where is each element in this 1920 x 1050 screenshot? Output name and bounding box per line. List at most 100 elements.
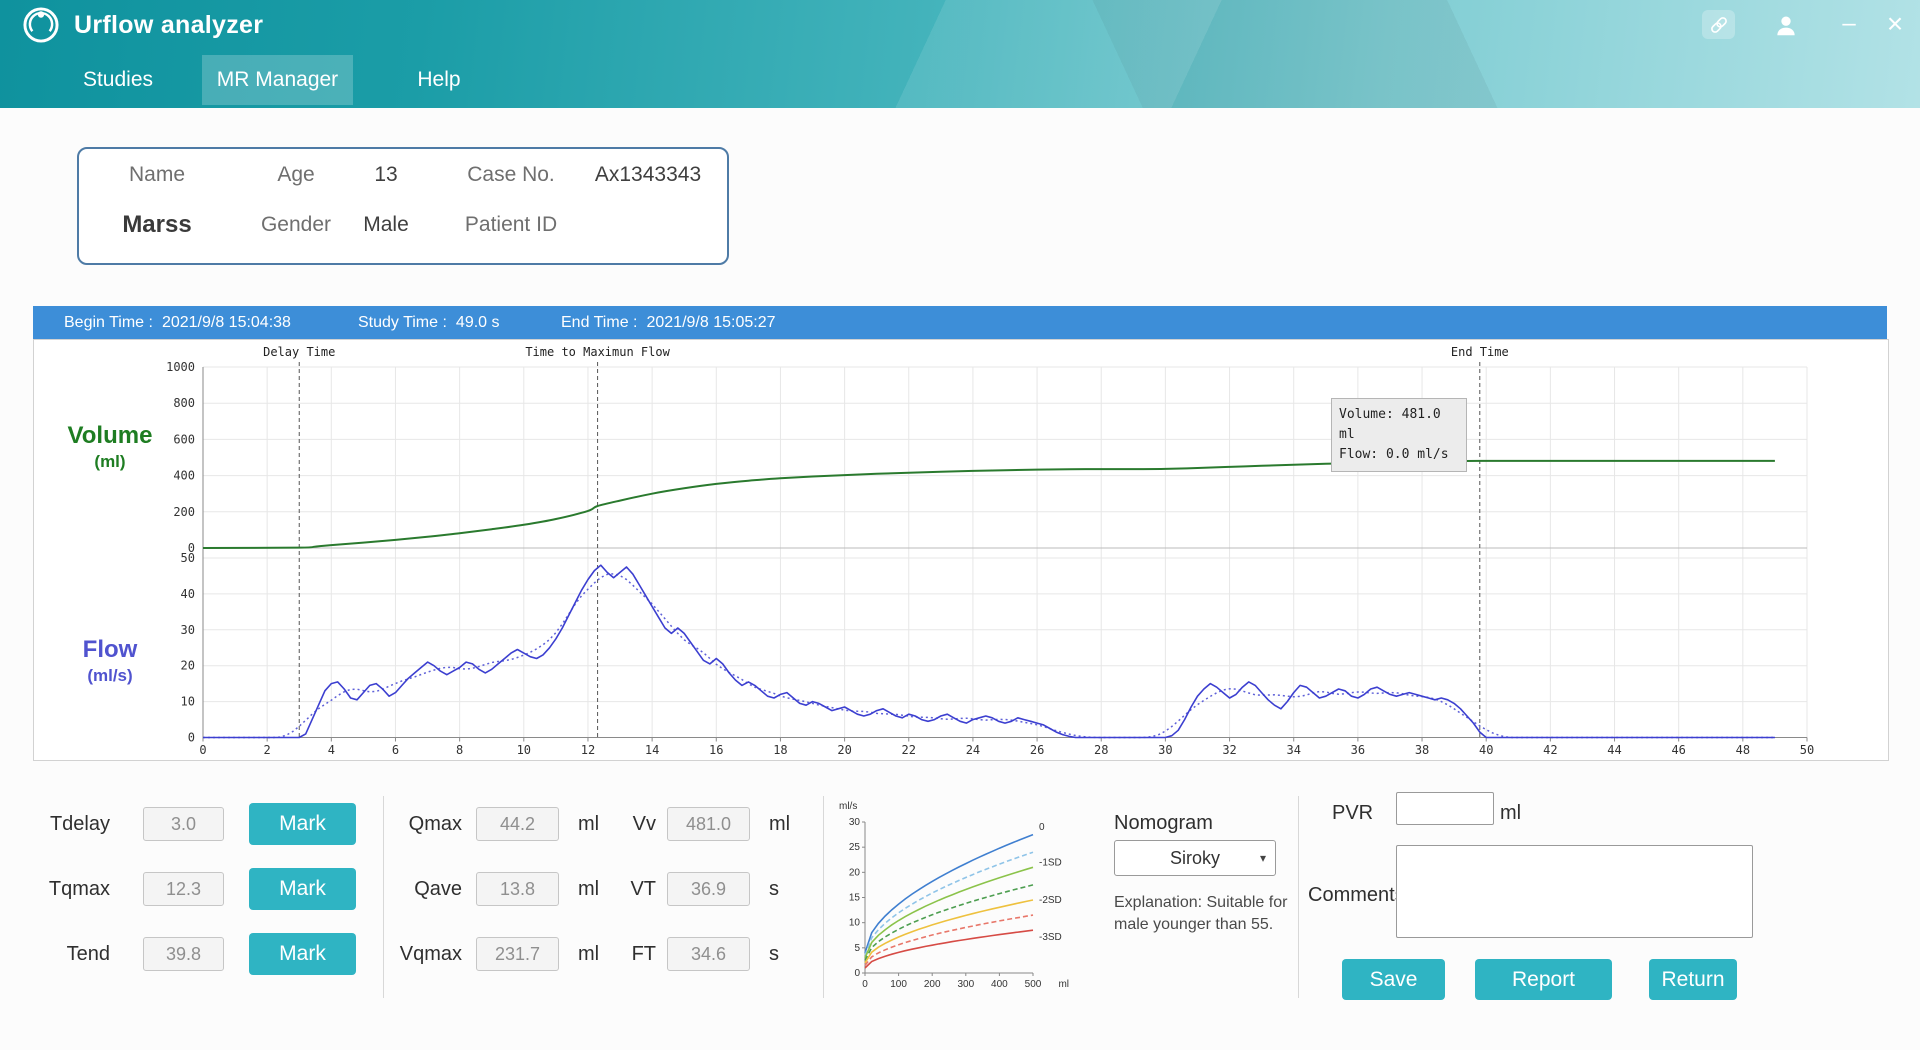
- ft-value: 34.6: [667, 937, 750, 971]
- patient-age-label: Age: [277, 163, 314, 187]
- nomogram-title: Nomogram: [1114, 810, 1213, 836]
- nomogram-select[interactable]: Siroky ▾: [1114, 840, 1276, 876]
- tdelay-label: Tdelay: [38, 811, 110, 837]
- menu-mr-manager[interactable]: MR Manager: [202, 55, 353, 105]
- patient-case-label: Case No.: [467, 163, 555, 187]
- svg-text:44: 44: [1607, 743, 1621, 757]
- app-title: Urflow analyzer: [74, 11, 263, 40]
- begin-time: Begin Time :2021/9/8 15:04:38: [64, 306, 291, 339]
- patient-name-label: Name: [129, 163, 185, 187]
- svg-text:500: 500: [1025, 979, 1042, 990]
- svg-text:48: 48: [1736, 743, 1750, 757]
- pvr-label: PVR: [1332, 800, 1373, 826]
- svg-text:36: 36: [1351, 743, 1365, 757]
- tqmax-label: Tqmax: [38, 876, 110, 902]
- svg-text:10: 10: [517, 743, 531, 757]
- divider: [1298, 796, 1299, 998]
- svg-text:30: 30: [181, 623, 195, 637]
- qmax-value: 44.2: [476, 807, 559, 841]
- svg-text:26: 26: [1030, 743, 1044, 757]
- menu-help[interactable]: Help: [411, 55, 467, 105]
- tend-label: Tend: [38, 941, 110, 967]
- svg-text:-2SD: -2SD: [1039, 895, 1062, 906]
- tend-value: 39.8: [143, 937, 224, 971]
- svg-text:400: 400: [173, 469, 195, 483]
- svg-text:20: 20: [181, 659, 195, 673]
- study-time-bar: Begin Time :2021/9/8 15:04:38 Study Time…: [33, 306, 1887, 339]
- patient-id-label: Patient ID: [465, 213, 557, 237]
- svg-text:2: 2: [264, 743, 271, 757]
- minimize-button[interactable]: –: [1836, 8, 1862, 40]
- tooltip-flow: Flow: 0.0 ml/s: [1339, 445, 1459, 465]
- svg-text:600: 600: [173, 432, 195, 446]
- user-icon[interactable]: [1773, 12, 1799, 39]
- svg-text:20: 20: [837, 743, 851, 757]
- patient-case-value: Ax1343343: [595, 163, 701, 187]
- uroflow-chart-panel: 0246810121416182022242628303234363840424…: [33, 339, 1889, 761]
- svg-text:14: 14: [645, 743, 659, 757]
- svg-text:50: 50: [1800, 743, 1814, 757]
- svg-text:30: 30: [849, 817, 861, 828]
- svg-text:4: 4: [328, 743, 335, 757]
- save-button[interactable]: Save: [1342, 959, 1445, 1000]
- svg-text:38: 38: [1415, 743, 1429, 757]
- patient-gender-value: Male: [363, 213, 409, 237]
- svg-text:-3SD: -3SD: [1039, 932, 1062, 943]
- pvr-input[interactable]: [1396, 792, 1494, 825]
- svg-text:6: 6: [392, 743, 399, 757]
- vt-label: VT: [584, 876, 656, 902]
- chevron-down-icon: ▾: [1260, 851, 1266, 865]
- volume-axis-title: Volume: [54, 422, 166, 450]
- comments-label: Comments: [1308, 882, 1405, 908]
- svg-text:8: 8: [456, 743, 463, 757]
- svg-text:10: 10: [181, 695, 195, 709]
- uroflow-chart[interactable]: 0246810121416182022242628303234363840424…: [34, 340, 1888, 760]
- app-window: Urflow analyzer – × Studies MR Manager H…: [0, 0, 1920, 1050]
- comments-textarea[interactable]: [1396, 845, 1753, 938]
- svg-text:30: 30: [1158, 743, 1172, 757]
- vqmax-value: 231.7: [476, 937, 559, 971]
- svg-text:50: 50: [181, 551, 195, 565]
- svg-text:18: 18: [773, 743, 787, 757]
- close-button[interactable]: ×: [1880, 8, 1910, 40]
- mark-tqmax-button[interactable]: Mark: [249, 868, 356, 910]
- vqmax-label: Vqmax: [390, 941, 462, 967]
- svg-text:10: 10: [849, 918, 861, 929]
- report-button[interactable]: Report: [1475, 959, 1612, 1000]
- menu-studies[interactable]: Studies: [76, 55, 160, 105]
- svg-text:Delay Time: Delay Time: [263, 345, 335, 359]
- svg-text:22: 22: [902, 743, 916, 757]
- svg-text:800: 800: [173, 396, 195, 410]
- volume-axis-unit: (ml): [54, 452, 166, 472]
- ft-unit: s: [769, 941, 779, 967]
- app-logo-icon: [20, 4, 62, 46]
- study-time: Study Time :49.0 s: [358, 306, 500, 339]
- patient-gender-label: Gender: [261, 213, 331, 237]
- svg-text:5: 5: [854, 943, 860, 954]
- nomogram-selected-value: Siroky: [1170, 848, 1220, 869]
- link-button[interactable]: [1702, 10, 1735, 39]
- svg-text:400: 400: [991, 979, 1008, 990]
- svg-text:-1SD: -1SD: [1039, 857, 1062, 868]
- return-button[interactable]: Return: [1649, 959, 1737, 1000]
- vv-unit: ml: [769, 811, 790, 837]
- qmax-label: Qmax: [390, 811, 462, 837]
- svg-text:25: 25: [849, 842, 861, 853]
- svg-text:200: 200: [173, 505, 195, 519]
- svg-text:12: 12: [581, 743, 595, 757]
- patient-name-value: Marss: [122, 211, 191, 239]
- ft-label: FT: [584, 941, 656, 967]
- svg-text:100: 100: [890, 979, 907, 990]
- title-bar: Urflow analyzer – × Studies MR Manager H…: [0, 0, 1920, 108]
- qave-value: 13.8: [476, 872, 559, 906]
- mark-tend-button[interactable]: Mark: [249, 933, 356, 975]
- patient-age-value: 13: [374, 163, 397, 187]
- svg-text:ml: ml: [1058, 979, 1069, 990]
- svg-text:15: 15: [849, 893, 861, 904]
- nomogram-explanation: Explanation: Suitable for male younger t…: [1114, 892, 1292, 935]
- tooltip-volume: Volume: 481.0 ml: [1339, 405, 1459, 445]
- svg-text:0: 0: [188, 731, 195, 745]
- mark-tdelay-button[interactable]: Mark: [249, 803, 356, 845]
- svg-text:32: 32: [1222, 743, 1236, 757]
- vt-value: 36.9: [667, 872, 750, 906]
